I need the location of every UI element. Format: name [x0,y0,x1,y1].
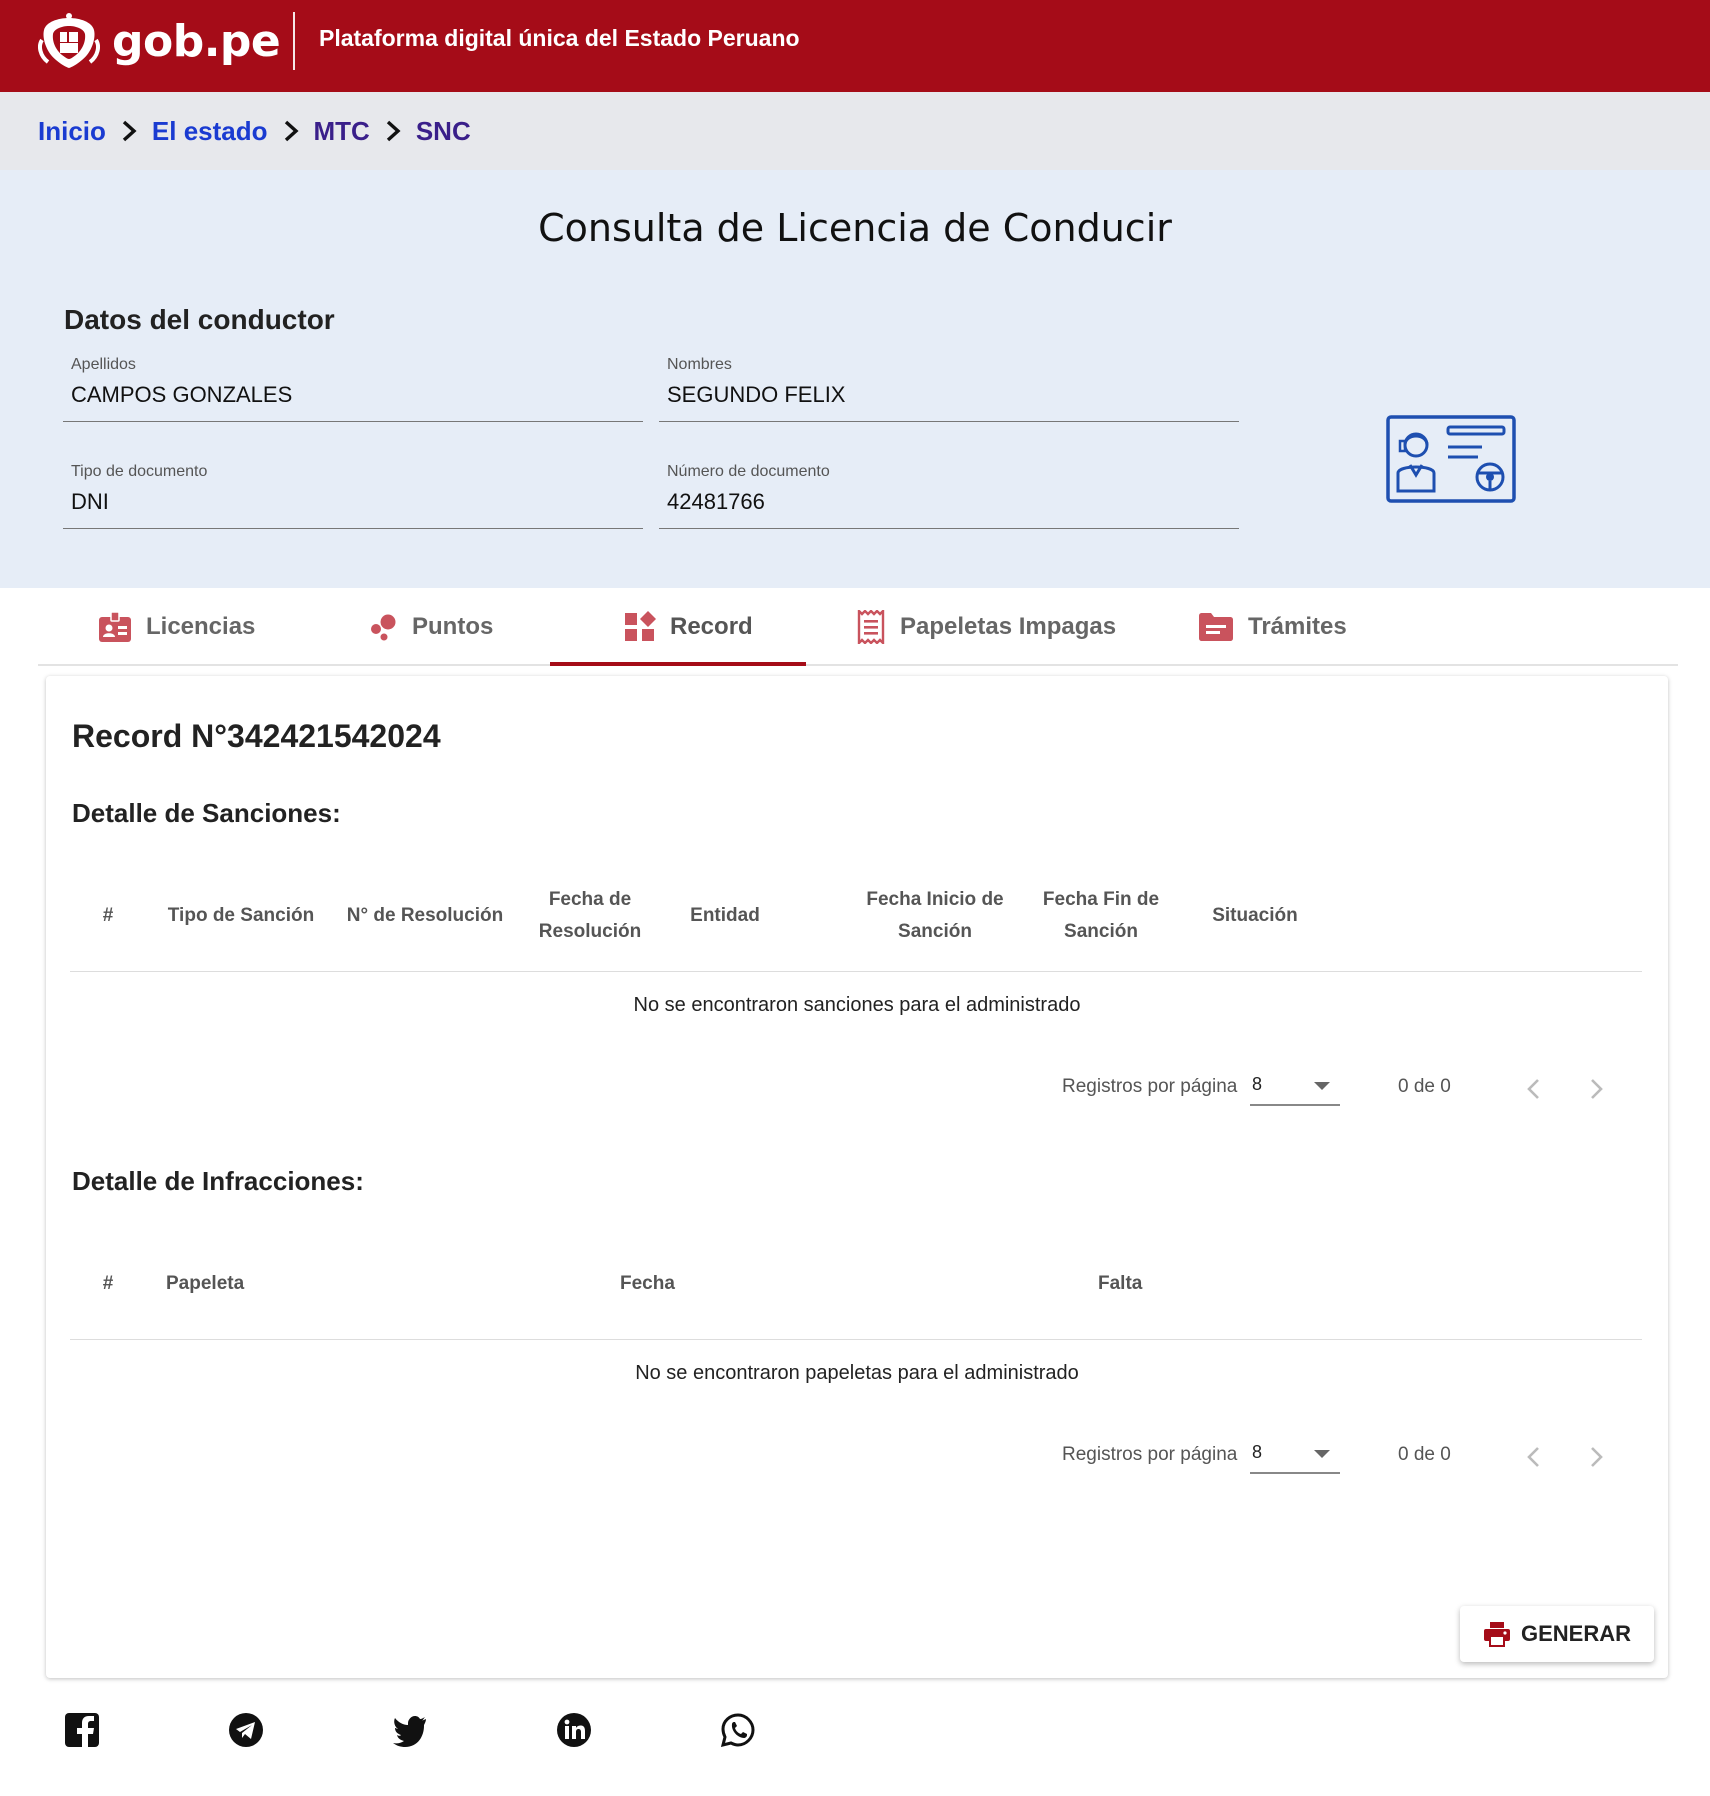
infracciones-table-header: # Papeleta Fecha Falta [70,1230,1642,1340]
generate-button[interactable]: GENERAR [1460,1606,1654,1662]
tab-licencias[interactable]: Licencias [98,588,255,666]
next-page-button[interactable] [1580,1072,1614,1106]
tab-papeletas-impagas[interactable]: Papeletas Impagas [856,588,1116,666]
tab-label: Record [670,613,753,640]
sanciones-table-header: # Tipo de Sanción N° de Resolución Fecha… [70,862,1642,972]
chevron-left-icon [1527,1447,1539,1467]
generate-label: GENERAR [1520,1621,1631,1646]
chevron-right-icon [370,120,416,142]
breadcrumb-mtc[interactable]: MTC [314,116,370,147]
dropdown-caret-icon [1314,1082,1330,1090]
tab-label: Papeletas Impagas [900,613,1117,640]
field-label: Tipo de documento [71,463,208,480]
breadcrumb-snc[interactable]: SNC [416,116,471,147]
facebook-icon[interactable] [64,1712,100,1748]
bubbles-icon [371,614,396,641]
field-value: DNI [71,489,109,514]
field-label: Número de documento [667,463,830,480]
tab-label: Puntos [412,613,494,640]
tab-label: Trámites [1248,613,1347,640]
gob-pe-logo[interactable]: gob.pe [38,12,281,70]
coat-of-arms-icon [38,13,100,68]
breadcrumb-inicio[interactable]: Inicio [38,116,106,147]
field-value: CAMPOS GONZALES [71,382,293,407]
header-slogan: Plataforma digital única del Estado Peru… [319,25,800,51]
sanciones-title: Detalle de Sanciones: [72,798,341,828]
page-title: Consulta de Licencia de Conducir [538,206,1172,250]
header-divider [293,12,295,70]
chevron-right-icon [1591,1447,1603,1467]
column-header[interactable]: Situación [1200,900,1310,932]
previous-page-button[interactable] [1516,1440,1550,1474]
column-header[interactable]: N° de Resolución [340,900,510,932]
pager-range: 0 de 0 [1398,1076,1451,1097]
record-title: Record N°342421542024 [72,718,441,754]
field-label: Nombres [667,356,732,373]
chevron-right-icon [106,120,152,142]
pager-label: Registros por página [1062,1444,1238,1465]
column-header[interactable]: Falta [1098,1268,1248,1300]
linkedin-icon[interactable] [556,1712,592,1748]
column-header[interactable]: Tipo de Sanción [166,900,316,932]
column-header[interactable]: # [90,900,126,932]
receipt-icon [857,610,885,644]
dropdown-caret-icon [1314,1450,1330,1458]
folder-icon [1199,613,1233,641]
page-size-value: 8 [1252,1074,1263,1094]
apellidos-field: Apellidos CAMPOS GONZALES [63,356,643,422]
print-icon [1483,1622,1510,1647]
breadcrumb: Inicio El estado MTC SNC [0,92,1710,170]
column-header[interactable]: Fecha Inicio de Sanción [860,884,1010,948]
chevron-left-icon [1527,1079,1539,1099]
sanciones-empty-message: No se encontraron sanciones para el admi… [633,994,1081,1016]
tab-bar: Licencias Puntos Record Papeletas Impaga… [38,588,1678,666]
column-header[interactable]: Entidad [680,900,770,932]
page-size-select[interactable]: 8 [1250,1438,1340,1474]
pager-label: Registros por página [1062,1076,1238,1097]
numero-documento-field: Número de documento 42481766 [659,463,1239,529]
driver-data-section: Consulta de Licencia de Conducir Datos d… [0,170,1710,588]
infracciones-title: Detalle de Infracciones: [72,1166,364,1196]
widgets-icon [625,611,656,641]
field-value: 42481766 [667,489,765,514]
tab-label: Licencias [146,613,256,640]
active-tab-indicator [550,662,806,666]
logo-text: gob.pe [112,15,281,67]
infracciones-empty-message: No se encontraron papeletas para el admi… [635,1362,1079,1384]
tipo-documento-field: Tipo de documento DNI [63,463,643,529]
driver-license-illustration [1386,415,1516,503]
column-header[interactable]: Fecha de Resolución [530,884,650,948]
telegram-icon[interactable] [228,1712,264,1748]
field-label: Apellidos [71,356,136,373]
next-page-button[interactable] [1580,1440,1614,1474]
column-header[interactable]: Papeleta [166,1268,266,1300]
whatsapp-icon[interactable] [720,1712,756,1748]
column-header[interactable]: Fecha [620,1268,770,1300]
nombres-field: Nombres SEGUNDO FELIX [659,356,1239,422]
field-value: SEGUNDO FELIX [667,382,846,407]
page-size-value: 8 [1252,1442,1263,1462]
chevron-right-icon [268,120,314,142]
column-header[interactable]: Fecha Fin de Sanción [1036,884,1166,948]
tab-record[interactable]: Record [624,588,753,666]
badge-icon [99,611,131,642]
tab-tramites[interactable]: Trámites [1198,588,1347,666]
previous-page-button[interactable] [1516,1072,1550,1106]
column-header[interactable]: # [90,1268,126,1300]
driver-section-title: Datos del conductor [64,304,335,335]
page-size-select[interactable]: 8 [1250,1070,1340,1106]
twitter-icon[interactable] [392,1712,428,1748]
tab-puntos[interactable]: Puntos [368,588,493,666]
record-card: Record N°342421542024 Detalle de Sancion… [46,676,1668,1678]
breadcrumb-el-estado[interactable]: El estado [152,116,268,147]
chevron-right-icon [1591,1079,1603,1099]
top-header: gob.pe Plataforma digital única del Esta… [0,0,1710,92]
pager-range: 0 de 0 [1398,1444,1451,1465]
